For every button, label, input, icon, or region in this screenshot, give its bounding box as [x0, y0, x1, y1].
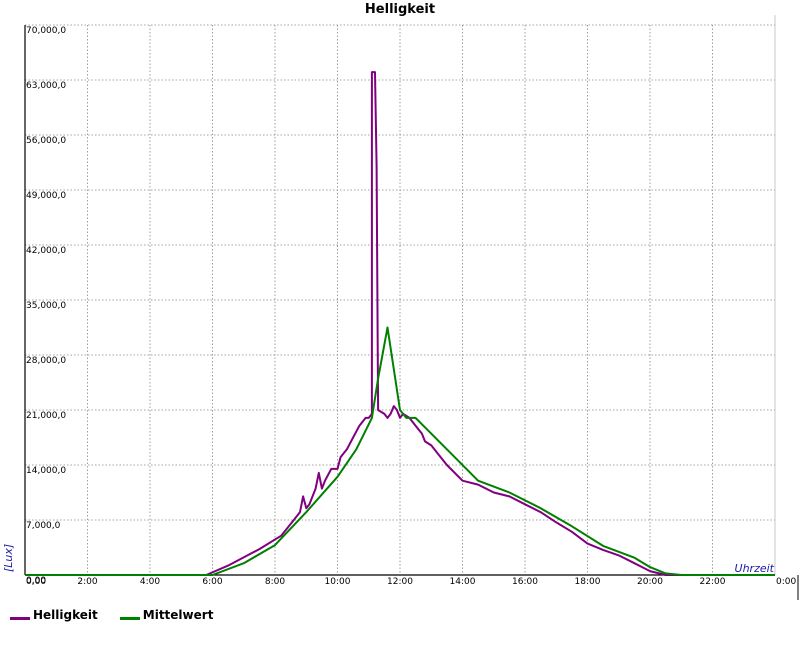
x-tick-label: 0:00	[776, 577, 796, 587]
legend: Helligkeit Mittelwert	[10, 608, 213, 622]
chart: Helligkeit 0,00 7,000,0 14,000,0 21,000,0 28…	[0, 0, 800, 650]
x-tick-label: 20:00	[637, 577, 663, 587]
x-tick-label: 4:00	[140, 577, 160, 587]
x-tick-label: 10:00	[325, 577, 351, 587]
y-tick-label: 42,000,0	[26, 246, 66, 256]
y-axis-label: [Lux]	[2, 544, 15, 572]
x-tick-label: 14:00	[450, 577, 476, 587]
legend-item-mittelwert: Mittelwert	[119, 608, 214, 622]
x-tick-label: 22:00	[700, 577, 726, 587]
y-tick-label: 56,000,0	[26, 136, 66, 146]
x-tick-label: 0,00	[26, 577, 46, 587]
x-tick-label: 8:00	[265, 577, 285, 587]
x-tick-label: 6:00	[202, 577, 222, 587]
y-tick-label: 21,000,0	[26, 411, 66, 421]
x-tick-label: 2:00	[77, 577, 97, 587]
legend-label-helligkeit: Helligkeit	[33, 608, 98, 622]
x-tick-label: 12:00	[387, 577, 413, 587]
legend-item-helligkeit: Helligkeit	[10, 608, 98, 622]
legend-label-mittelwert: Mittelwert	[142, 608, 214, 622]
y-tick-label: 14,000,0	[26, 466, 66, 476]
x-tick-label: 16:00	[512, 577, 538, 587]
y-tick-label: 35,000,0	[26, 301, 66, 311]
y-tick-label: 63,000,0	[26, 81, 66, 91]
x-axis-label: Uhrzeit	[735, 562, 775, 575]
y-tick-label: 28,000,0	[26, 356, 66, 366]
legend-swatch-mittelwert	[119, 616, 140, 620]
y-tick-label: 49,000,0	[26, 191, 66, 201]
x-tick-label: 18:00	[575, 577, 601, 587]
chart-background	[0, 0, 800, 650]
y-tick-label: 7,000,0	[26, 521, 61, 531]
chart-title: Helligkeit	[365, 2, 435, 17]
legend-swatch-helligkeit	[10, 616, 30, 620]
y-tick-label: 70,000,0	[26, 26, 66, 36]
